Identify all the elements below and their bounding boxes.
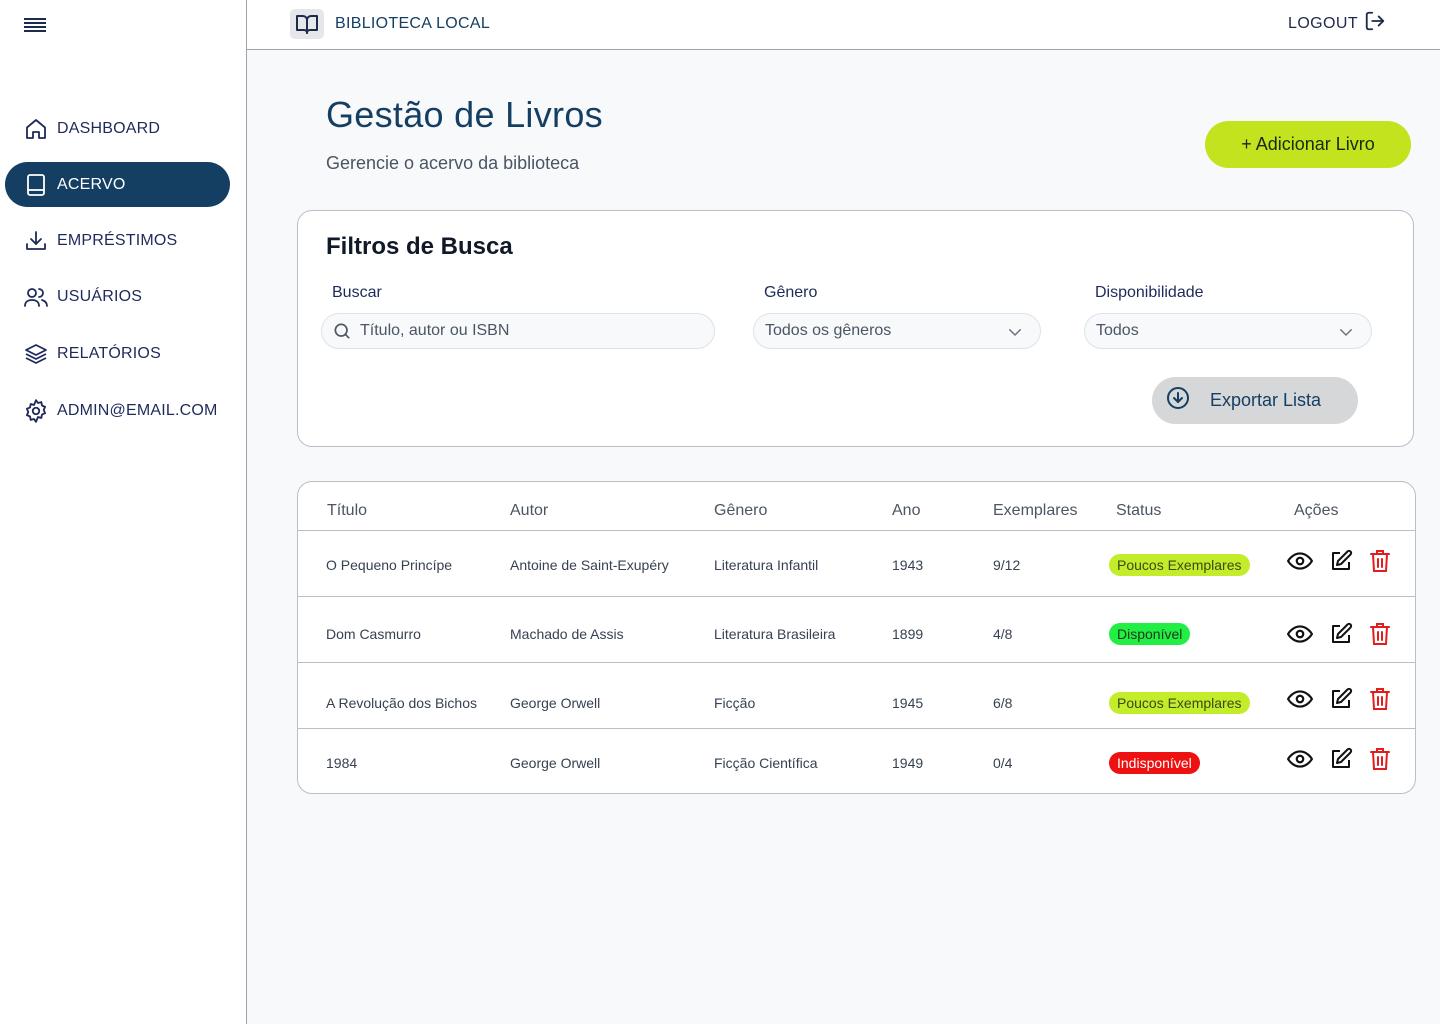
column-header: Ano	[892, 502, 921, 519]
column-header: Status	[1116, 502, 1162, 519]
table-row: A Revolução dos Bichos George Orwell Fic…	[298, 662, 1415, 728]
search-placeholder: Título, autor ou ISBN	[360, 322, 510, 339]
eye-icon[interactable]	[1287, 686, 1313, 712]
cell-copies: 0/4	[993, 755, 1013, 771]
home-icon	[23, 116, 49, 142]
edit-icon[interactable]	[1328, 621, 1354, 647]
sidebar-item-label: ADMIN@EMAIL.COM	[57, 401, 218, 419]
table-row: 1984 George Orwell Ficção Científica 194…	[298, 728, 1415, 793]
layers-icon	[23, 341, 49, 367]
trash-icon[interactable]	[1367, 548, 1393, 574]
search-label: Buscar	[332, 284, 382, 301]
books-table: Título Autor Gênero Ano Exemplares Statu…	[297, 481, 1416, 794]
cell-title: A Revolução dos Bichos	[326, 695, 477, 711]
column-header: Ações	[1294, 502, 1339, 519]
add-book-button[interactable]: + Adicionar Livro	[1205, 121, 1411, 168]
eye-icon[interactable]	[1287, 621, 1313, 647]
trash-icon[interactable]	[1367, 746, 1393, 772]
sidebar-item-usuarios[interactable]: USUÁRIOS	[5, 274, 230, 319]
status-badge: Disponível	[1109, 623, 1191, 645]
book-icon	[23, 172, 49, 198]
cell-year: 1943	[892, 557, 924, 573]
edit-icon[interactable]	[1328, 746, 1354, 772]
search-icon	[332, 321, 352, 341]
sidebar-item-emprestimos[interactable]: EMPRÉSTIMOS	[5, 218, 230, 263]
filter-card: Filtros de Busca Buscar Título, autor ou…	[297, 210, 1414, 447]
cell-author: Antoine de Saint-Exupéry	[510, 557, 669, 573]
top-bar: BIBLIOTECA LOCAL LOGOUT	[247, 0, 1440, 50]
menu-icon[interactable]	[24, 18, 46, 34]
logout-label: LOGOUT	[1288, 14, 1358, 32]
cell-year: 1945	[892, 695, 924, 711]
cell-genre: Literatura Brasileira	[714, 626, 836, 642]
export-label: Exportar Lista	[1210, 390, 1322, 410]
sidebar-item-acervo[interactable]: ACERVO	[5, 162, 230, 207]
open-book-icon	[290, 9, 324, 39]
cell-copies: 9/12	[993, 557, 1021, 573]
genre-select[interactable]: Todos os gêneros	[753, 313, 1041, 349]
status-badge: Poucos Exemplares	[1109, 554, 1250, 576]
sidebar: DASHBOARD ACERVO EMPRÉSTIMOS USUÁRIOS RE…	[0, 0, 247, 1024]
filter-title: Filtros de Busca	[326, 233, 513, 260]
table-row: O Pequeno Princípe Antoine de Saint-Exup…	[298, 530, 1415, 596]
cell-author: George Orwell	[510, 755, 601, 771]
export-list-button[interactable]: Exportar Lista	[1152, 377, 1358, 424]
column-header: Gênero	[714, 502, 768, 519]
cell-genre: Literatura Infantil	[714, 557, 819, 573]
sidebar-item-admin[interactable]: ADMIN@EMAIL.COM	[5, 388, 230, 433]
sidebar-item-dashboard[interactable]: DASHBOARD	[5, 106, 230, 151]
trash-icon[interactable]	[1367, 686, 1393, 712]
genre-value: Todos os gêneros	[765, 322, 892, 339]
download-circle-icon	[1166, 386, 1190, 415]
eye-icon[interactable]	[1287, 746, 1313, 772]
eye-icon[interactable]	[1287, 548, 1313, 574]
chevron-down-icon	[1006, 323, 1024, 346]
users-icon	[23, 284, 49, 310]
status-badge: Poucos Exemplares	[1109, 692, 1250, 714]
cell-author: Machado de Assis	[510, 626, 624, 642]
trash-icon[interactable]	[1367, 621, 1393, 647]
brand-name: BIBLIOTECA LOCAL	[335, 15, 491, 32]
column-header: Autor	[510, 502, 549, 519]
sidebar-item-label: DASHBOARD	[57, 119, 161, 137]
cell-title: O Pequeno Princípe	[326, 557, 453, 573]
cell-year: 1949	[892, 755, 924, 771]
cell-title: Dom Casmurro	[326, 626, 421, 642]
cell-author: George Orwell	[510, 695, 601, 711]
edit-icon[interactable]	[1328, 548, 1354, 574]
column-header: Exemplares	[993, 502, 1078, 519]
table-row: Dom Casmurro Machado de Assis Literatura…	[298, 596, 1415, 662]
cell-copies: 4/8	[993, 626, 1013, 642]
column-header: Título	[327, 502, 368, 519]
download-icon	[23, 228, 49, 254]
page-title: Gestão de Livros	[326, 94, 603, 135]
sidebar-item-label: RELATÓRIOS	[57, 344, 161, 362]
sidebar-item-relatorios[interactable]: RELATÓRIOS	[5, 331, 230, 376]
cell-year: 1899	[892, 626, 924, 642]
availability-value: Todos	[1096, 322, 1139, 339]
sidebar-item-label: ACERVO	[57, 175, 126, 193]
search-input[interactable]: Título, autor ou ISBN	[321, 313, 715, 349]
logout-icon	[1358, 10, 1386, 37]
edit-icon[interactable]	[1328, 686, 1354, 712]
cell-title: 1984	[326, 755, 358, 771]
gear-icon	[23, 398, 49, 424]
chevron-down-icon	[1337, 323, 1355, 346]
availability-label: Disponibilidade	[1095, 284, 1204, 301]
cell-genre: Ficção Científica	[714, 755, 818, 771]
sidebar-item-label: USUÁRIOS	[57, 287, 143, 305]
cell-genre: Ficção	[714, 695, 756, 711]
logout-button[interactable]: LOGOUT	[1288, 10, 1386, 37]
page-subtitle: Gerencie o acervo da biblioteca	[326, 153, 580, 173]
availability-select[interactable]: Todos	[1084, 313, 1372, 349]
brand[interactable]: BIBLIOTECA LOCAL	[290, 9, 490, 39]
genre-label: Gênero	[764, 284, 818, 301]
cell-copies: 6/8	[993, 695, 1013, 711]
status-badge: Indisponível	[1109, 752, 1200, 774]
sidebar-item-label: EMPRÉSTIMOS	[57, 231, 178, 249]
